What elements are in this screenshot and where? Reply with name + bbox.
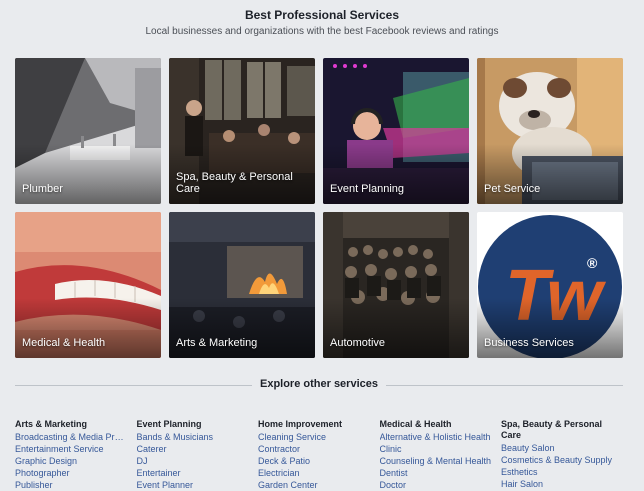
- tile-automotive[interactable]: Automotive: [323, 212, 469, 358]
- category-link[interactable]: Entertainment Service: [15, 443, 127, 455]
- service-tiles-grid: Plumber Spa, Beauty & Personal Care Even…: [15, 58, 623, 358]
- category-link[interactable]: Electrician: [258, 467, 370, 479]
- category-link[interactable]: Photographer: [15, 467, 127, 479]
- tile-label: Business Services: [484, 337, 574, 349]
- category-heading: Event Planning: [136, 419, 202, 429]
- category-link[interactable]: Alternative & Holistic Health: [380, 431, 492, 443]
- tile-arts-marketing[interactable]: Arts & Marketing: [169, 212, 315, 358]
- category-link[interactable]: Graphic Design: [15, 455, 127, 467]
- category-link[interactable]: Contractor: [258, 443, 370, 455]
- tile-business-services[interactable]: Tw ® Business Services: [477, 212, 623, 358]
- tile-pet-service[interactable]: Pet Service: [477, 58, 623, 204]
- category-link[interactable]: Doctor: [380, 479, 492, 491]
- category-link[interactable]: Entertainer: [137, 467, 249, 479]
- category-link[interactable]: Cleaning Service: [258, 431, 370, 443]
- category-link[interactable]: Event Planner: [137, 479, 249, 491]
- explore-columns: Arts & Marketing Broadcasting & Media Pr…: [15, 419, 623, 491]
- category-heading: Medical & Health: [379, 419, 452, 429]
- category-link[interactable]: Bands & Musicians: [137, 431, 249, 443]
- category-link[interactable]: Caterer: [137, 443, 249, 455]
- tile-label: Arts & Marketing: [176, 337, 258, 349]
- category-link[interactable]: Broadcasting & Media Produ...: [15, 431, 127, 443]
- explore-heading: Explore other services: [251, 378, 386, 390]
- registered-mark: ®: [587, 255, 598, 271]
- category-link[interactable]: Garden Center: [258, 479, 370, 491]
- explore-divider: Explore other services: [15, 378, 623, 392]
- category-link[interactable]: Dentist: [380, 467, 492, 479]
- category-link[interactable]: Publisher: [15, 479, 127, 491]
- category-link[interactable]: Clinic: [380, 443, 492, 455]
- page-title: Best Professional Services: [244, 8, 400, 22]
- category-heading: Spa, Beauty & Personal Care: [501, 419, 603, 440]
- category-heading: Arts & Marketing: [15, 419, 88, 429]
- category-link[interactable]: Beauty Salon: [501, 442, 613, 454]
- tile-spa-beauty[interactable]: Spa, Beauty & Personal Care: [169, 58, 315, 204]
- category-column: Arts & Marketing Broadcasting & Media Pr…: [15, 419, 137, 491]
- tile-event-planning[interactable]: Event Planning: [323, 58, 469, 204]
- tile-label: Event Planning: [330, 183, 404, 195]
- category-link[interactable]: Cosmetics & Beauty Supply: [501, 454, 613, 466]
- tile-label: Spa, Beauty & Personal Care: [176, 171, 293, 195]
- tile-label: Plumber: [22, 183, 63, 195]
- tile-label: Medical & Health: [22, 337, 106, 349]
- tile-medical-health[interactable]: Medical & Health: [15, 212, 161, 358]
- category-column: Medical & Health Alternative & Holistic …: [380, 419, 502, 491]
- page-subtitle: Local businesses and organizations with …: [145, 26, 499, 37]
- category-link[interactable]: Counseling & Mental Health: [380, 455, 492, 467]
- tile-plumber[interactable]: Plumber: [15, 58, 161, 204]
- category-column: Event Planning Bands & Musicians Caterer…: [137, 419, 259, 491]
- category-column: Home Improvement Cleaning Service Contra…: [258, 419, 380, 491]
- category-link[interactable]: DJ: [137, 455, 249, 467]
- category-column: Spa, Beauty & Personal Care Beauty Salon…: [501, 419, 623, 491]
- category-link[interactable]: Deck & Patio: [258, 455, 370, 467]
- tile-label: Pet Service: [484, 183, 541, 195]
- tile-label: Automotive: [330, 337, 386, 349]
- category-link[interactable]: Hair Salon: [501, 478, 613, 490]
- category-heading: Home Improvement: [258, 419, 343, 429]
- category-link[interactable]: Esthetics: [501, 466, 613, 478]
